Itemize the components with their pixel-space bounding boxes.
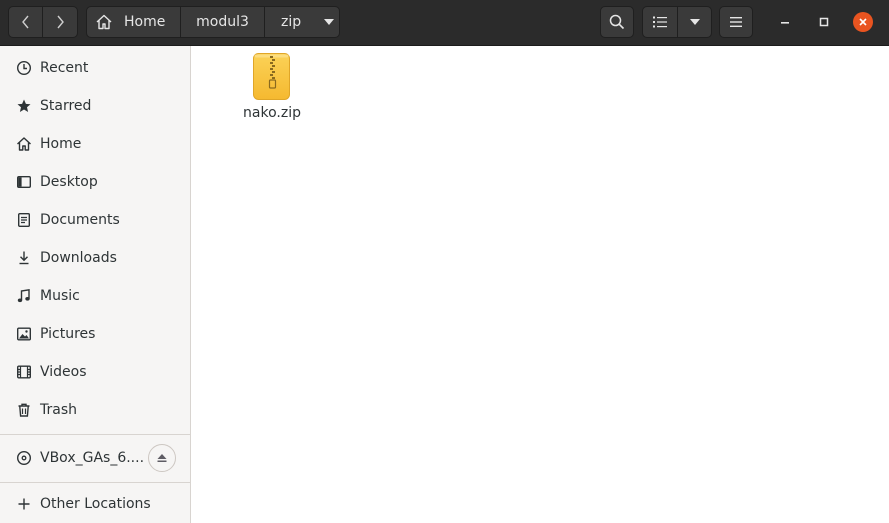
minimize-button[interactable] — [775, 12, 795, 32]
close-icon — [859, 18, 867, 26]
sidebar-item-label: Downloads — [40, 250, 117, 266]
disc-icon — [15, 449, 33, 467]
back-button[interactable] — [8, 6, 43, 38]
eject-icon — [157, 454, 167, 462]
sidebar-item-trash[interactable]: Trash — [0, 391, 190, 429]
sidebar-item-label: Documents — [40, 212, 120, 228]
list-view-button[interactable] — [642, 6, 678, 38]
desktop-icon — [15, 173, 33, 191]
main-menu-button[interactable] — [719, 6, 753, 38]
search-icon — [609, 14, 625, 30]
forward-button[interactable] — [42, 6, 78, 38]
sidebar-item-recent[interactable]: Recent — [0, 49, 190, 87]
breadcrumb-zip[interactable]: zip — [264, 6, 340, 38]
file-manager-window: Home modul3 zip Recent Starred Home Desk… — [0, 0, 889, 523]
sidebar-item-other-locations[interactable]: Other Locations — [0, 485, 190, 523]
trash-icon — [15, 401, 33, 419]
hamburger-menu-icon — [730, 17, 742, 27]
zip-archive-icon — [253, 53, 290, 100]
sidebar-item-label: Trash — [40, 402, 77, 418]
file-view[interactable]: nako.zip — [191, 46, 889, 523]
music-icon — [15, 287, 33, 305]
sidebar-item-desktop[interactable]: Desktop — [0, 163, 190, 201]
document-icon — [15, 211, 33, 229]
sidebar-item-home[interactable]: Home — [0, 125, 190, 163]
sidebar-item-label: Pictures — [40, 326, 96, 342]
sidebar-item-downloads[interactable]: Downloads — [0, 239, 190, 277]
list-view-icon — [653, 16, 667, 28]
maximize-icon — [819, 17, 829, 27]
sidebar-item-label: Music — [40, 288, 80, 304]
home-icon — [96, 14, 112, 30]
sidebar-item-label: Home — [40, 136, 82, 152]
header-bar: Home modul3 zip — [0, 0, 889, 46]
home-icon — [15, 135, 33, 153]
sidebar-item-pictures[interactable]: Pictures — [0, 315, 190, 353]
view-options-button[interactable] — [677, 6, 712, 38]
caret-down-icon — [324, 19, 335, 25]
sidebar-item-music[interactable]: Music — [0, 277, 190, 315]
chevron-left-icon — [21, 15, 29, 29]
eject-button[interactable] — [148, 444, 176, 472]
sidebar-item-label: Videos — [40, 364, 87, 380]
sidebar: Recent Starred Home Desktop Documents Do… — [0, 46, 191, 523]
file-item[interactable]: nako.zip — [235, 52, 309, 132]
file-name: nako.zip — [243, 105, 301, 121]
caret-down-icon — [689, 19, 700, 25]
sidebar-item-label: Starred — [40, 98, 92, 114]
breadcrumb-zip-label: zip — [281, 14, 302, 30]
search-button[interactable] — [600, 6, 634, 38]
sidebar-item-label: Desktop — [40, 174, 98, 190]
sidebar-item-label: Other Locations — [40, 496, 151, 512]
star-icon — [15, 97, 33, 115]
breadcrumb-modul3-label: modul3 — [196, 14, 249, 30]
video-icon — [15, 363, 33, 381]
chevron-right-icon — [57, 15, 64, 29]
maximize-button[interactable] — [814, 12, 834, 32]
picture-icon — [15, 325, 33, 343]
close-button[interactable] — [853, 12, 873, 32]
breadcrumb-modul3[interactable]: modul3 — [180, 6, 265, 38]
breadcrumb-home[interactable]: Home — [86, 6, 181, 38]
sidebar-item-documents[interactable]: Documents — [0, 201, 190, 239]
plus-icon — [15, 495, 33, 513]
sidebar-separator — [0, 434, 190, 435]
sidebar-item-videos[interactable]: Videos — [0, 353, 190, 391]
sidebar-item-label: VBox_GAs_6.... — [40, 450, 145, 466]
sidebar-item-label: Recent — [40, 60, 89, 76]
sidebar-separator — [0, 482, 190, 483]
minimize-icon — [781, 22, 789, 24]
breadcrumb-home-label: Home — [124, 14, 166, 30]
download-icon — [15, 249, 33, 267]
clock-icon — [15, 59, 33, 77]
sidebar-item-starred[interactable]: Starred — [0, 87, 190, 125]
